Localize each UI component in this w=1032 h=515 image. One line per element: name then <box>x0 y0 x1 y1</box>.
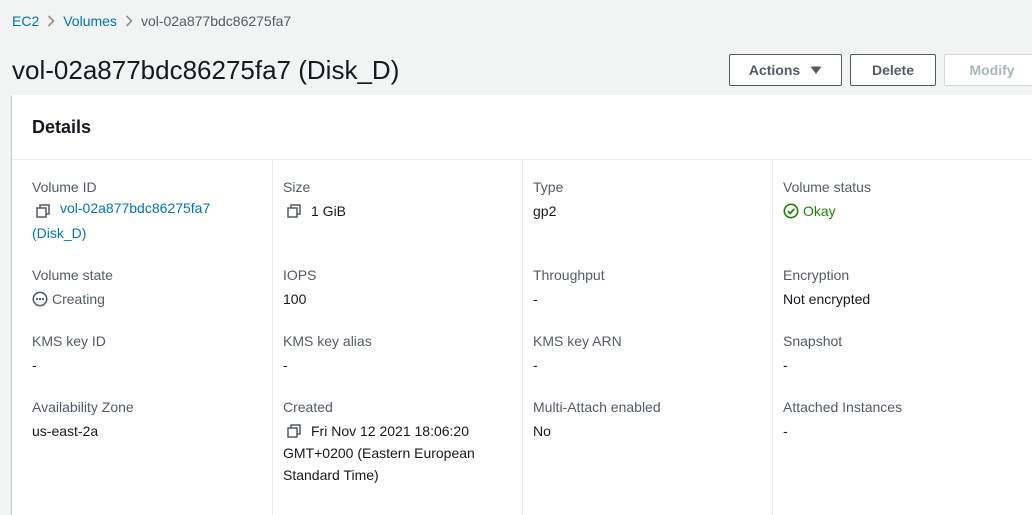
created-value-line2: GMT+0200 (Eastern European <box>283 445 475 461</box>
volume-id-suffix[interactable]: (Disk_D) <box>32 222 262 244</box>
volume-id-link[interactable]: vol-02a877bdc86275fa7 <box>60 200 210 216</box>
kms-key-id-value: - <box>32 357 37 373</box>
type-field: Type gp2 <box>533 176 763 222</box>
volume-id-label: Volume ID <box>32 179 97 195</box>
details-header: Details <box>12 95 1032 160</box>
snapshot-value: - <box>783 357 788 373</box>
volume-state-field: Volume state Creating <box>32 264 262 310</box>
volume-id-value: vol-02a877bdc86275fa7 <box>60 200 211 216</box>
delete-button[interactable]: Delete <box>850 54 936 86</box>
details-panel: Details Volume ID vol-02a877bdc86275fa7 … <box>12 95 1032 515</box>
created-value-line3: Standard Time) <box>283 467 379 483</box>
details-title: Details <box>32 116 92 137</box>
type-value: gp2 <box>533 203 557 219</box>
iops-label: IOPS <box>283 267 317 283</box>
breadcrumb-volumes-link[interactable]: Volumes <box>63 13 117 29</box>
attached-instances-value: - <box>783 423 788 439</box>
created-field: Created Fri Nov 12 2021 18:06:20 GMT+020… <box>283 396 513 486</box>
column-divider <box>522 160 523 515</box>
modify-button[interactable]: Modify <box>944 54 1032 86</box>
multi-attach-field: Multi-Attach enabled No <box>533 396 763 442</box>
modify-button-label: Modify <box>969 62 1015 78</box>
column-divider <box>772 160 773 515</box>
kms-key-alias-label: KMS key alias <box>283 333 372 349</box>
kms-key-alias-field: KMS key alias - <box>283 330 513 376</box>
iops-field: IOPS 100 <box>283 264 513 310</box>
volume-id-field: Volume ID vol-02a877bdc86275fa7 (Disk_D) <box>32 176 262 244</box>
throughput-value: - <box>533 291 538 307</box>
multi-attach-label: Multi-Attach enabled <box>533 399 661 415</box>
page-title: vol-02a877bdc86275fa7 (Disk_D) <box>12 55 400 85</box>
snapshot-field: Snapshot - <box>783 330 1032 376</box>
volume-status-field: Volume status Okay <box>783 176 1032 222</box>
type-label: Type <box>533 179 564 195</box>
iops-value: 100 <box>283 291 307 307</box>
copy-icon[interactable] <box>36 200 52 222</box>
details-grid: Volume ID vol-02a877bdc86275fa7 (Disk_D)… <box>12 160 1032 515</box>
volume-state-label: Volume state <box>32 267 113 283</box>
availability-zone-field: Availability Zone us-east-2a <box>32 396 262 442</box>
created-label: Created <box>283 399 333 415</box>
chevron-right-icon <box>117 15 141 27</box>
attached-instances-field: Attached Instances - <box>783 396 1032 442</box>
chevron-right-icon <box>39 15 63 27</box>
kms-key-arn-label: KMS key ARN <box>533 333 622 349</box>
created-value: Fri Nov 12 2021 18:06:20 <box>311 423 469 439</box>
availability-zone-value: us-east-2a <box>32 423 99 439</box>
size-label: Size <box>283 179 311 195</box>
caret-down-icon <box>810 66 822 75</box>
availability-zone-label: Availability Zone <box>32 399 134 415</box>
kms-key-alias-value: - <box>283 357 288 373</box>
kms-key-id-field: KMS key ID - <box>32 330 262 376</box>
encryption-field: Encryption Not encrypted <box>783 264 1032 310</box>
volume-status-value: Okay <box>803 203 836 219</box>
kms-key-arn-value: - <box>533 357 538 373</box>
breadcrumb-ec2-link[interactable]: EC2 <box>12 13 39 29</box>
snapshot-label: Snapshot <box>783 333 843 349</box>
size-field: Size 1 GiB <box>283 176 513 222</box>
breadcrumb-current: vol-02a877bdc86275fa7 <box>140 13 292 29</box>
kms-key-arn-field: KMS key ARN - <box>533 330 763 376</box>
attached-instances-label: Attached Instances <box>783 399 903 415</box>
volume-status-label: Volume status <box>783 179 871 195</box>
throughput-label: Throughput <box>533 267 605 283</box>
copy-icon[interactable] <box>287 200 303 222</box>
delete-button-label: Delete <box>871 62 915 78</box>
actions-button[interactable]: Actions <box>729 54 842 86</box>
volume-state-value: Creating <box>52 291 105 307</box>
copy-icon[interactable] <box>287 420 303 442</box>
kms-key-id-label: KMS key ID <box>32 333 106 349</box>
encryption-value: Not encrypted <box>783 291 871 307</box>
encryption-label: Encryption <box>783 267 850 283</box>
breadcrumb: EC2 Volumes vol-02a877bdc86275fa7 <box>12 13 291 29</box>
multi-attach-value: No <box>533 423 551 439</box>
size-value: 1 GiB <box>311 203 347 219</box>
check-circle-icon <box>783 203 799 219</box>
throughput-field: Throughput - <box>533 264 763 310</box>
pending-icon <box>32 291 48 307</box>
column-divider <box>272 160 273 515</box>
actions-button-label: Actions <box>748 62 801 78</box>
